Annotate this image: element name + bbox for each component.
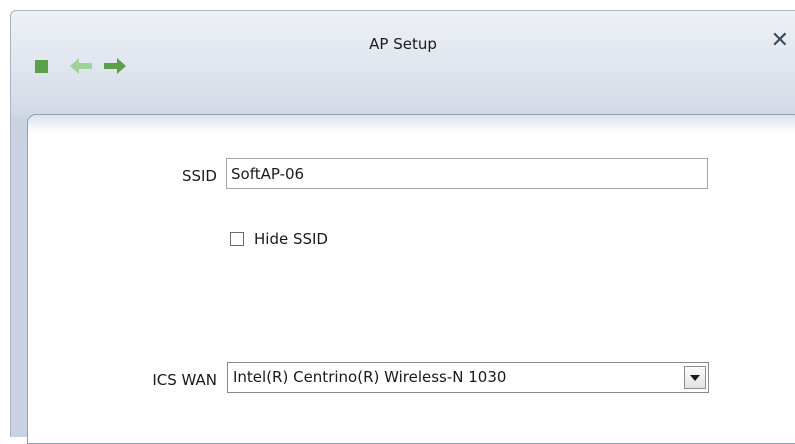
ics-wan-selected-value: Intel(R) Centrino(R) Wireless-N 1030 <box>233 368 507 386</box>
ics-wan-select[interactable]: Intel(R) Centrino(R) Wireless-N 1030 <box>227 362 709 393</box>
settings-panel: SSID Hide SSID ICS WAN Intel(R) Centrino… <box>27 114 795 444</box>
dropdown-button[interactable] <box>684 366 706 389</box>
hide-ssid-option[interactable]: Hide SSID <box>230 230 328 248</box>
window-title: AP Setup <box>369 35 437 53</box>
hide-ssid-checkbox[interactable] <box>230 232 244 246</box>
ap-setup-window: AP Setup ✕ SSID Hide SSID ICS WAN Intel(… <box>10 10 795 444</box>
hide-ssid-label: Hide SSID <box>254 230 328 248</box>
ssid-label: SSID <box>181 167 217 185</box>
back-arrow-icon[interactable] <box>70 58 92 74</box>
close-icon[interactable]: ✕ <box>771 30 789 52</box>
stop-icon[interactable] <box>35 59 48 73</box>
chevron-down-icon <box>690 374 700 381</box>
ssid-input[interactable] <box>226 158 708 189</box>
toolbar <box>35 54 138 78</box>
forward-arrow-icon[interactable] <box>104 58 126 74</box>
ics-wan-label: ICS WAN <box>152 371 217 389</box>
